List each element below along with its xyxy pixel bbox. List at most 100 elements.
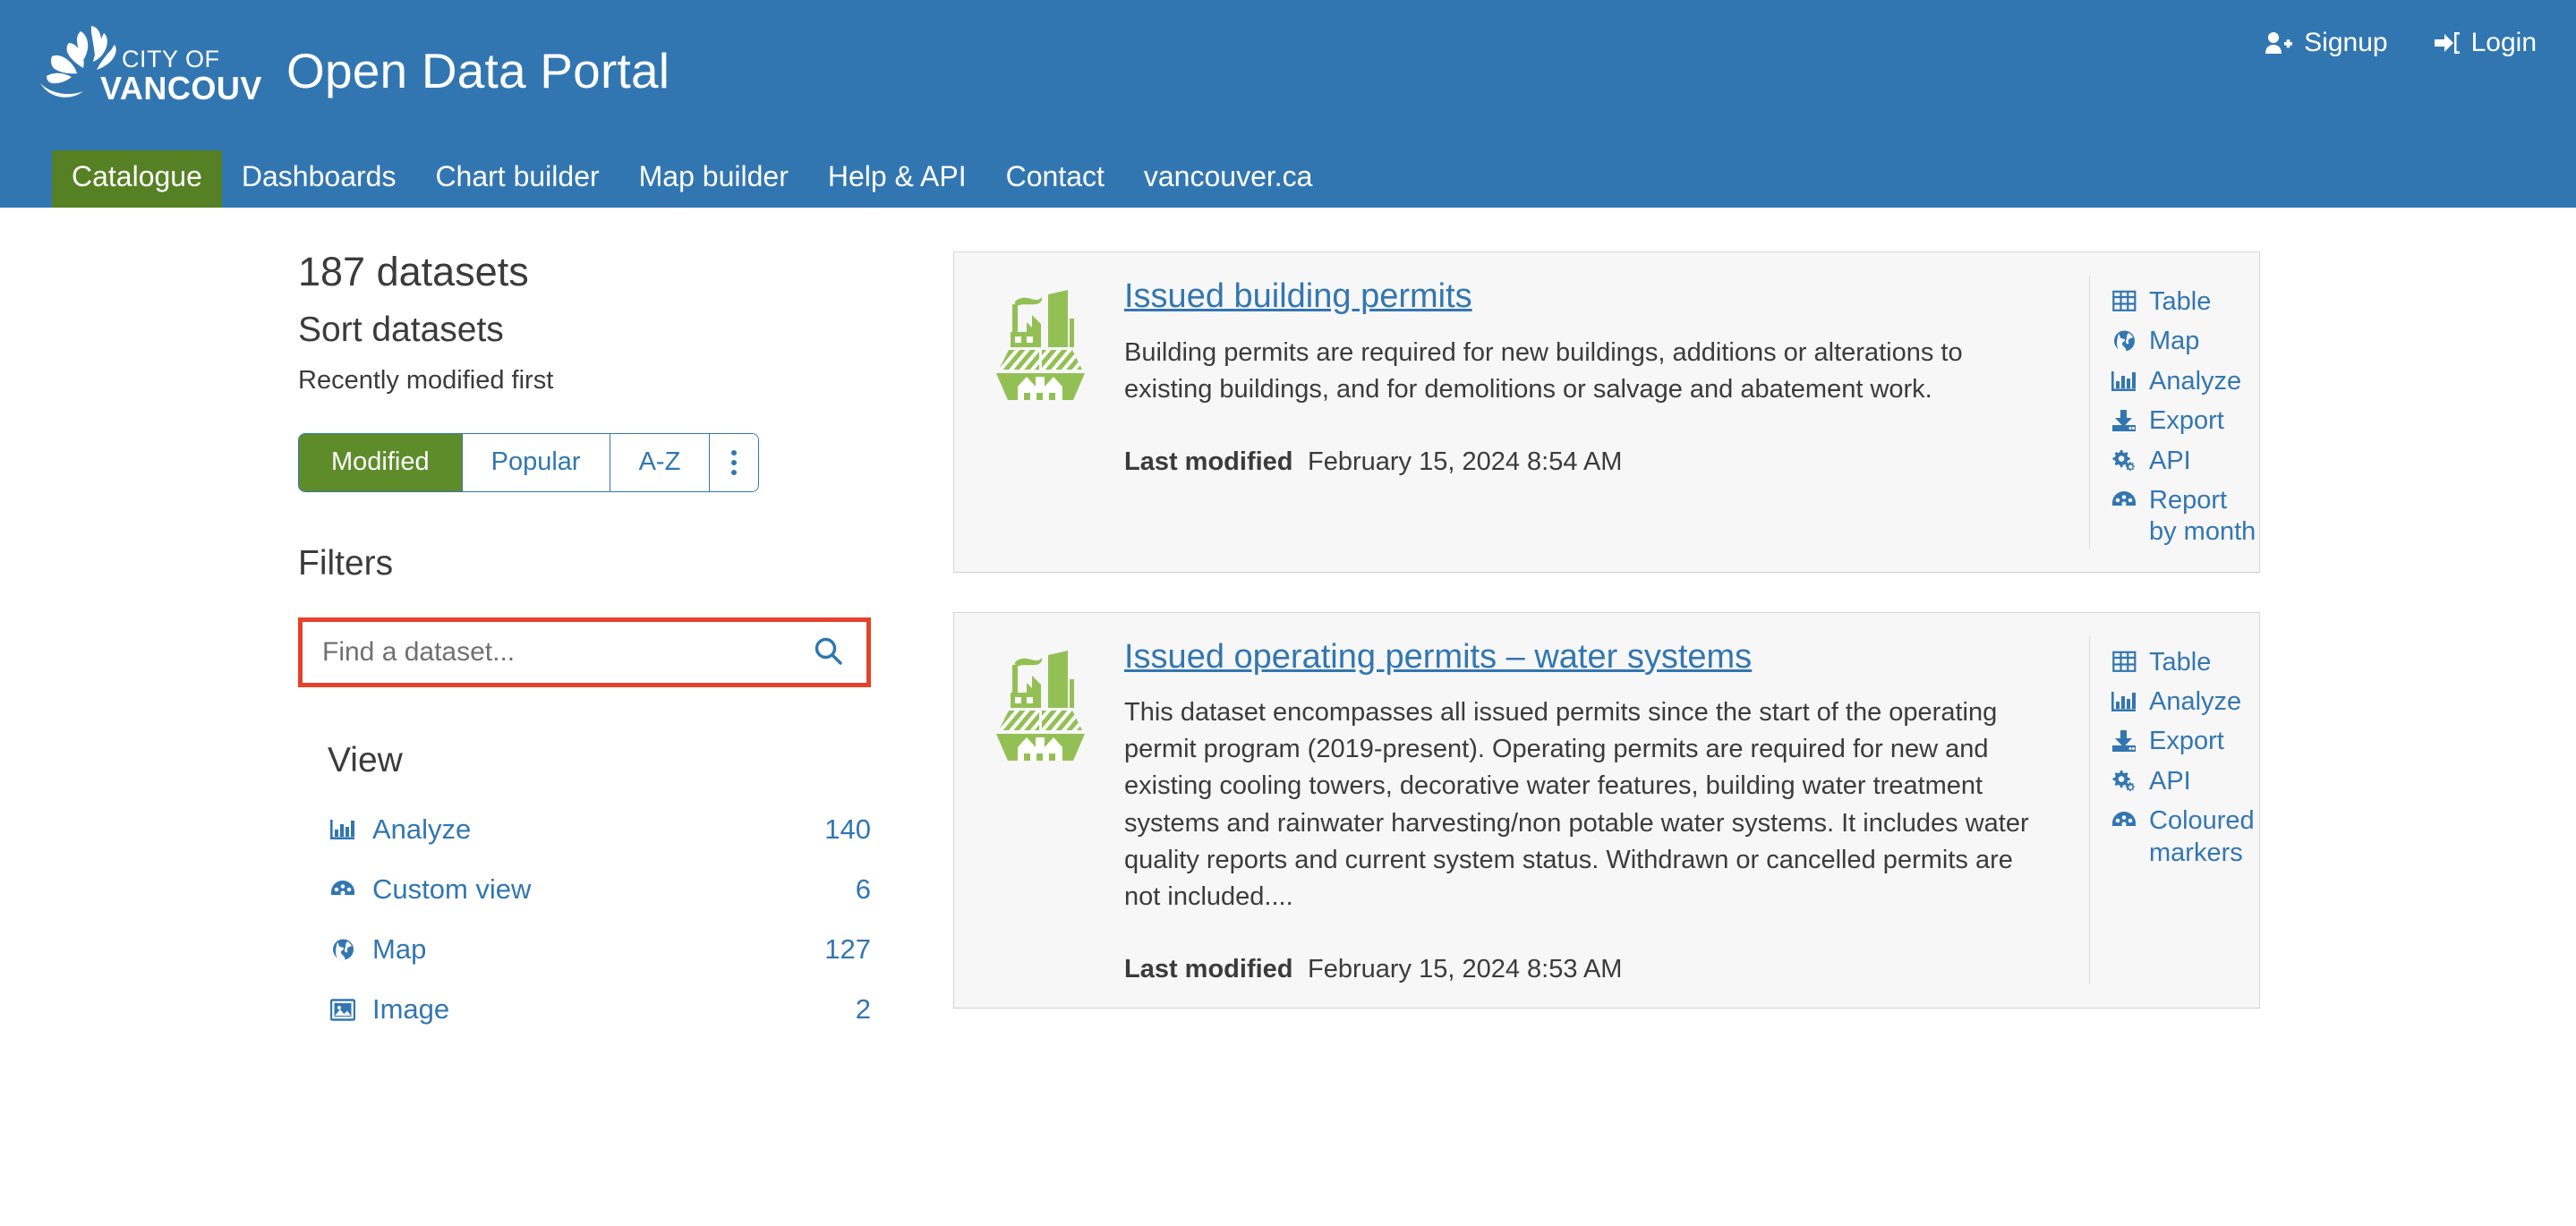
bar-chart-icon	[2110, 686, 2138, 713]
login-label: Login	[2470, 28, 2537, 57]
facet-label: Custom view	[372, 873, 532, 906]
signup-label: Signup	[2304, 28, 2388, 57]
table-icon	[2110, 286, 2138, 312]
action-table[interactable]: Table	[2110, 647, 2259, 678]
site-header: CITY OF VANCOUVER Open Data Portal Signu…	[0, 0, 2576, 208]
dataset-description: Building permits are required for new bu…	[1124, 337, 1963, 404]
action-map[interactable]: Map	[2110, 326, 2259, 357]
action-label: Coloured markers	[2149, 806, 2255, 867]
sort-az-button[interactable]: A-Z	[609, 433, 710, 491]
action-api[interactable]: API	[2110, 446, 2259, 477]
last-modified-label: Last modified	[1124, 447, 1293, 476]
dataset-last-modified: Last modified February 15, 2024 8:54 AM	[1124, 447, 2062, 477]
signup-link[interactable]: Signup	[2265, 28, 2388, 58]
table-icon	[2110, 647, 2138, 673]
facet-count: 127	[824, 933, 871, 966]
download-icon	[2110, 405, 2138, 432]
svg-text:CITY OF: CITY OF	[122, 46, 220, 72]
search-submit-button[interactable]	[805, 636, 866, 668]
kebab-menu-icon	[731, 449, 738, 475]
action-label: Report by month	[2149, 485, 2256, 547]
action-label: Analyze	[2149, 366, 2242, 396]
nav-item-map-builder[interactable]: Map builder	[619, 150, 808, 208]
image-icon	[328, 998, 358, 1021]
nav-item-dashboards[interactable]: Dashboards	[222, 150, 416, 208]
action-label: API	[2149, 766, 2191, 796]
city-buildings-icon	[954, 636, 1124, 985]
dataset-card: Issued operating permits – water systems…	[953, 611, 2260, 1009]
portal-title: Open Data Portal	[286, 42, 670, 98]
action-export[interactable]: Export	[2110, 405, 2259, 437]
user-plus-icon	[2265, 31, 2293, 55]
action-label: Table	[2149, 287, 2212, 316]
dashboard-gauge-icon	[2110, 805, 2138, 832]
dataset-description: This dataset encompasses all issued perm…	[1124, 698, 2029, 911]
download-icon	[2110, 726, 2138, 753]
dataset-actions: Table Analyze Export API Coloured marker…	[2089, 635, 2259, 985]
facet-count: 6	[855, 873, 871, 906]
action-coloured-markers[interactable]: Coloured markers	[2110, 805, 2259, 869]
facet-label: Analyze	[372, 813, 472, 846]
svg-text:VANCOUVER: VANCOUVER	[100, 70, 263, 106]
search-input[interactable]	[303, 621, 805, 683]
gears-icon	[2110, 446, 2138, 473]
action-analyze[interactable]: Analyze	[2110, 686, 2259, 718]
sort-modified-button[interactable]: Modified	[299, 433, 462, 491]
dataset-title-link[interactable]: Issued building permits	[1124, 276, 1472, 319]
dashboard-gauge-icon	[2110, 485, 2138, 512]
action-table[interactable]: Table	[2110, 286, 2259, 318]
search-icon	[814, 636, 843, 668]
nav-item-help-api[interactable]: Help & API	[808, 150, 986, 208]
dataset-last-modified: Last modified February 15, 2024 8:53 AM	[1124, 955, 2062, 984]
dataset-count: 187 datasets	[298, 249, 529, 294]
action-export[interactable]: Export	[2110, 726, 2259, 757]
sort-datasets-heading: Sort datasets	[298, 310, 504, 349]
dataset-actions: Table Map Analyze Export API Report by m…	[2089, 276, 2259, 549]
sort-popular-button[interactable]: Popular	[461, 433, 610, 491]
view-facet-heading: View	[328, 740, 403, 779]
action-label: API	[2149, 446, 2191, 475]
action-label: Export	[2149, 727, 2224, 756]
nav-item-chart-builder[interactable]: Chart builder	[415, 150, 618, 208]
facet-map[interactable]: Map 127	[328, 920, 871, 980]
action-label: Analyze	[2149, 687, 2242, 716]
filters-sidebar: 187 datasets Sort datasets Recently modi…	[0, 208, 953, 1048]
action-api[interactable]: API	[2110, 766, 2259, 797]
action-label: Map	[2149, 327, 2200, 356]
action-analyze[interactable]: Analyze	[2110, 366, 2259, 397]
facet-analyze[interactable]: Analyze 140	[328, 800, 871, 860]
facet-count: 2	[855, 993, 871, 1026]
dataset-card-body: Issued building permits Building permits…	[1124, 276, 2089, 549]
brand-row: CITY OF VANCOUVER Open Data Portal	[0, 0, 2576, 107]
last-modified-value: February 15, 2024 8:53 AM	[1308, 955, 1623, 984]
view-facet-list: Analyze 140 Custom view 6 Map 127 Image …	[328, 800, 871, 1040]
sort-button-group: Modified Popular A-Z	[298, 432, 760, 492]
facet-label: Map	[372, 933, 427, 966]
action-report-by-month[interactable]: Report by month	[2110, 485, 2259, 549]
dataset-card: Issued building permits Building permits…	[953, 251, 2260, 573]
bar-chart-icon	[328, 818, 358, 841]
nav-item-vancouver-ca[interactable]: vancouver.ca	[1124, 150, 1333, 208]
dataset-search-box[interactable]	[298, 617, 871, 687]
facet-custom-view[interactable]: Custom view 6	[328, 860, 871, 920]
sort-more-options-button[interactable]	[709, 433, 759, 491]
last-modified-value: February 15, 2024 8:54 AM	[1308, 447, 1623, 476]
auth-links: Signup Login	[2265, 28, 2537, 58]
last-modified-label: Last modified	[1124, 955, 1293, 984]
city-of-vancouver-logo[interactable]: CITY OF VANCOUVER	[38, 21, 263, 106]
facet-label: Image	[372, 993, 450, 1026]
facet-image[interactable]: Image 2	[328, 980, 871, 1040]
dataset-title-link[interactable]: Issued operating permits – water systems	[1124, 636, 1752, 679]
main-navigation: Catalogue Dashboards Chart builder Map b…	[0, 150, 1332, 208]
sign-in-icon	[2434, 31, 2460, 55]
gears-icon	[2110, 766, 2138, 793]
city-buildings-icon	[954, 276, 1124, 549]
nav-item-contact[interactable]: Contact	[986, 150, 1124, 208]
dataset-results-list: Issued building permits Building permits…	[953, 208, 2576, 1048]
action-label: Export	[2149, 406, 2224, 436]
sort-subtitle: Recently modified first	[298, 365, 554, 395]
login-link[interactable]: Login	[2434, 28, 2537, 58]
facet-count: 140	[824, 813, 871, 846]
filters-heading: Filters	[298, 543, 394, 583]
nav-item-catalogue[interactable]: Catalogue	[52, 150, 222, 208]
